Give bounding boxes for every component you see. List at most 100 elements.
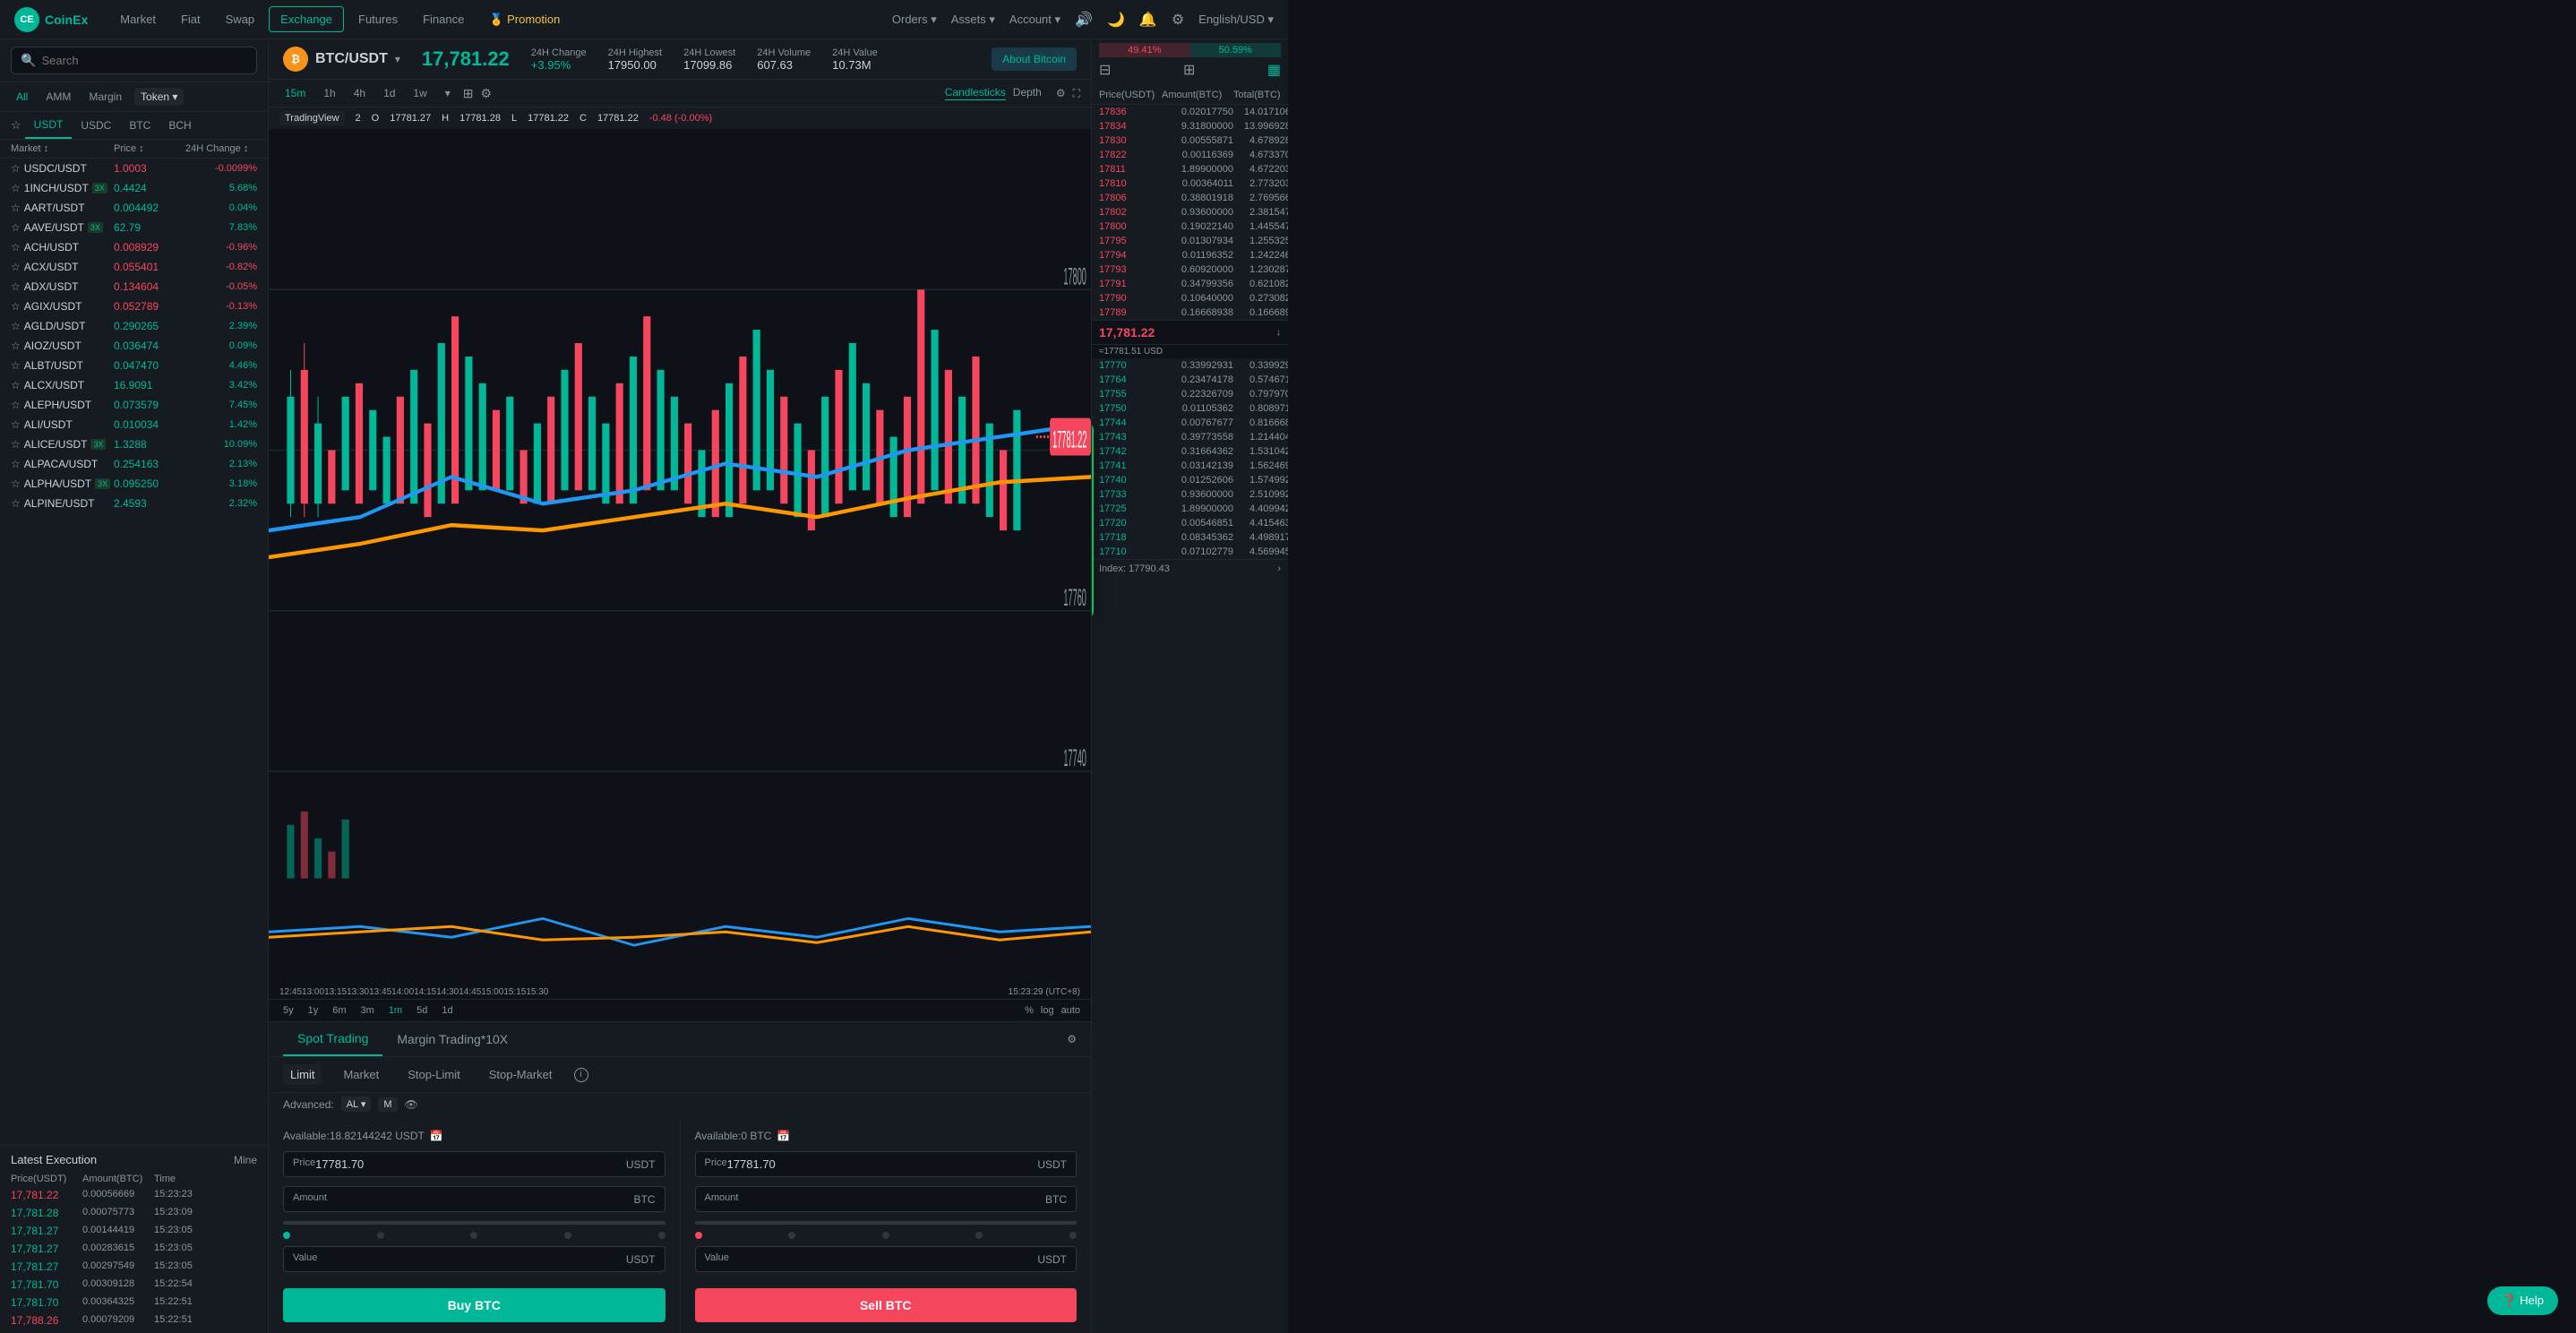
star-marker[interactable]: ☆ xyxy=(11,221,21,234)
table-row[interactable]: 17795 0.01307934 1.2553258 xyxy=(1092,234,1288,248)
table-row[interactable]: 17741 0.03142139 1.5624691 xyxy=(1092,459,1288,473)
list-item[interactable]: ☆ ADX/USDT 0.134604 -0.05% xyxy=(0,277,268,297)
star-marker[interactable]: ☆ xyxy=(11,280,21,293)
buy-amount-input[interactable]: Amount BTC xyxy=(283,1186,665,1212)
list-item[interactable]: ☆ AGIX/USDT 0.052789 -0.13% xyxy=(0,297,268,316)
table-row[interactable]: 17834 9.31800000 13.9969288 xyxy=(1092,119,1288,133)
search-input[interactable] xyxy=(41,54,247,67)
time-btn-1w[interactable]: 1w xyxy=(408,85,432,101)
adv-badge-m[interactable]: M xyxy=(378,1097,397,1112)
chart-fullscreen-icon[interactable]: ⛶ xyxy=(1073,87,1080,100)
table-row[interactable]: 17725 1.89900000 4.4099425 xyxy=(1092,502,1288,516)
list-item[interactable]: ☆ ALCX/USDT 16.9091 3.42% xyxy=(0,375,268,395)
period-1d[interactable]: 1d xyxy=(438,1003,456,1018)
table-row[interactable]: 17742 0.31664362 1.5310427 xyxy=(1092,444,1288,459)
table-row[interactable]: 17755 0.22326709 0.7979709 xyxy=(1092,387,1288,401)
table-row[interactable]: 17743 0.39773558 1.2144041 xyxy=(1092,430,1288,444)
sell-amount-input[interactable]: Amount BTC xyxy=(695,1186,1078,1212)
buy-dot-75[interactable] xyxy=(564,1232,571,1239)
table-row[interactable]: 17770 0.33992931 0.3399293 xyxy=(1092,358,1288,373)
settings-gear-icon[interactable]: ⚙ xyxy=(1067,1033,1077,1045)
nav-promotion[interactable]: 🏅 Promotion xyxy=(478,7,571,32)
sell-dot-75[interactable] xyxy=(975,1232,983,1239)
buy-slider[interactable] xyxy=(283,1221,665,1239)
nav-assets[interactable]: Assets ▾ xyxy=(951,13,995,27)
buy-dot-100[interactable] xyxy=(658,1232,665,1239)
table-row[interactable]: 17836 0.02017750 14.0171063 xyxy=(1092,105,1288,119)
sell-dot-25[interactable] xyxy=(788,1232,795,1239)
star-marker[interactable]: ☆ xyxy=(11,458,21,470)
ob-filter-row[interactable]: ⊟ ⊞ ▦ xyxy=(1092,57,1288,82)
nav-futures[interactable]: Futures xyxy=(348,7,408,31)
about-bitcoin-btn[interactable]: About Bitcoin xyxy=(992,47,1077,71)
filter-margin[interactable]: Margin xyxy=(83,88,127,106)
star-marker[interactable]: ☆ xyxy=(11,379,21,391)
percent-toggle[interactable]: % xyxy=(1025,1005,1034,1016)
order-stop-market[interactable]: Stop-Market xyxy=(482,1064,560,1085)
period-5y[interactable]: 5y xyxy=(279,1003,297,1018)
table-row[interactable]: 17822 0.00116369 4.6733701 xyxy=(1092,148,1288,162)
list-item[interactable]: ☆ AAVE/USDT3X 62.79 7.83% xyxy=(0,218,268,237)
star-marker[interactable]: ☆ xyxy=(11,438,21,451)
filter-amm[interactable]: AMM xyxy=(40,88,76,106)
list-item[interactable]: ☆ ALPACA/USDT 0.254163 2.13% xyxy=(0,454,268,474)
log-toggle[interactable]: log xyxy=(1041,1005,1054,1016)
table-row[interactable]: 17710 0.07102779 4.5699451 xyxy=(1092,545,1288,559)
sell-slider[interactable] xyxy=(695,1221,1078,1239)
period-1m[interactable]: 1m xyxy=(385,1003,406,1018)
sell-button[interactable]: Sell BTC xyxy=(695,1288,1078,1322)
ob-expand-icon[interactable]: › xyxy=(1277,563,1281,574)
table-row[interactable]: 17718 0.08345362 4.4989173 xyxy=(1092,530,1288,545)
order-stop-limit[interactable]: Stop-Limit xyxy=(400,1064,468,1085)
star-marker[interactable]: ☆ xyxy=(11,418,21,431)
table-row[interactable]: 17810 0.00364011 2.7732034 xyxy=(1092,176,1288,191)
table-row[interactable]: 17806 0.38801918 2.7695663 xyxy=(1092,191,1288,205)
chart-settings-icon[interactable]: ⚙ xyxy=(1056,87,1066,99)
buy-calendar-icon[interactable]: 📅 xyxy=(430,1130,443,1142)
star-marker[interactable]: ☆ xyxy=(11,202,21,214)
sell-value-input[interactable]: Value USDT xyxy=(695,1246,1078,1272)
notification-icon[interactable]: 🔔 xyxy=(1139,11,1157,29)
table-row[interactable]: 17811 1.89900000 4.6722034 xyxy=(1092,162,1288,176)
time-btn-4h[interactable]: 4h xyxy=(348,85,371,101)
candlestick-btn[interactable]: Candlesticks xyxy=(945,86,1006,100)
buy-value-input[interactable]: Value USDT xyxy=(283,1246,665,1272)
star-marker[interactable]: ☆ xyxy=(11,261,21,273)
period-6m[interactable]: 6m xyxy=(329,1003,349,1018)
table-row[interactable]: 17733 0.93600000 2.5109925 xyxy=(1092,487,1288,502)
nav-finance[interactable]: Finance xyxy=(412,7,475,31)
star-icon[interactable]: ☆ xyxy=(11,118,21,133)
buy-dot-25[interactable] xyxy=(377,1232,384,1239)
token-dropdown[interactable]: Token ▾ xyxy=(134,88,184,106)
list-item[interactable]: ☆ AIOZ/USDT 0.036474 0.09% xyxy=(0,336,268,356)
star-marker[interactable]: ☆ xyxy=(11,340,21,352)
star-marker[interactable]: ☆ xyxy=(11,162,21,175)
order-limit[interactable]: Limit xyxy=(283,1064,322,1085)
sell-dot-50[interactable] xyxy=(882,1232,889,1239)
sell-price-input[interactable]: Price 17781.70 USDT xyxy=(695,1151,1078,1177)
nav-swap[interactable]: Swap xyxy=(215,7,266,31)
tab-spot-trading[interactable]: Spot Trading xyxy=(283,1022,382,1056)
sell-dot-0[interactable] xyxy=(695,1232,702,1239)
adv-badge-al[interactable]: AL ▾ xyxy=(341,1096,372,1112)
lang-selector[interactable]: English/USD ▾ xyxy=(1198,13,1274,27)
tab-usdc[interactable]: USDC xyxy=(72,113,120,138)
tab-btc[interactable]: BTC xyxy=(120,113,159,138)
star-marker[interactable]: ☆ xyxy=(11,182,21,194)
period-3m[interactable]: 3m xyxy=(357,1003,378,1018)
star-marker[interactable]: ☆ xyxy=(11,497,21,510)
time-btn-more[interactable]: ▾ xyxy=(440,85,456,101)
table-row[interactable]: 17789 0.16668938 0.1666893 xyxy=(1092,305,1288,320)
table-row[interactable]: 17800 0.19022140 1.4455472 xyxy=(1092,219,1288,234)
buy-dot-0[interactable] xyxy=(283,1232,290,1239)
time-btn-15m[interactable]: 15m xyxy=(279,85,311,101)
help-button[interactable]: ❓ Help xyxy=(2487,1286,2558,1315)
list-item[interactable]: ☆ ALBT/USDT 0.047470 4.46% xyxy=(0,356,268,375)
depth-btn[interactable]: Depth xyxy=(1013,86,1042,100)
order-market[interactable]: Market xyxy=(336,1064,386,1085)
nav-market[interactable]: Market xyxy=(109,7,167,31)
table-row[interactable]: 17791 0.34799356 0.6210829 xyxy=(1092,277,1288,291)
period-1y[interactable]: 1y xyxy=(305,1003,322,1018)
table-row[interactable]: 17830 0.00555871 4.6789288 xyxy=(1092,133,1288,148)
table-row[interactable]: 17793 0.60920000 1.2302879 xyxy=(1092,262,1288,277)
